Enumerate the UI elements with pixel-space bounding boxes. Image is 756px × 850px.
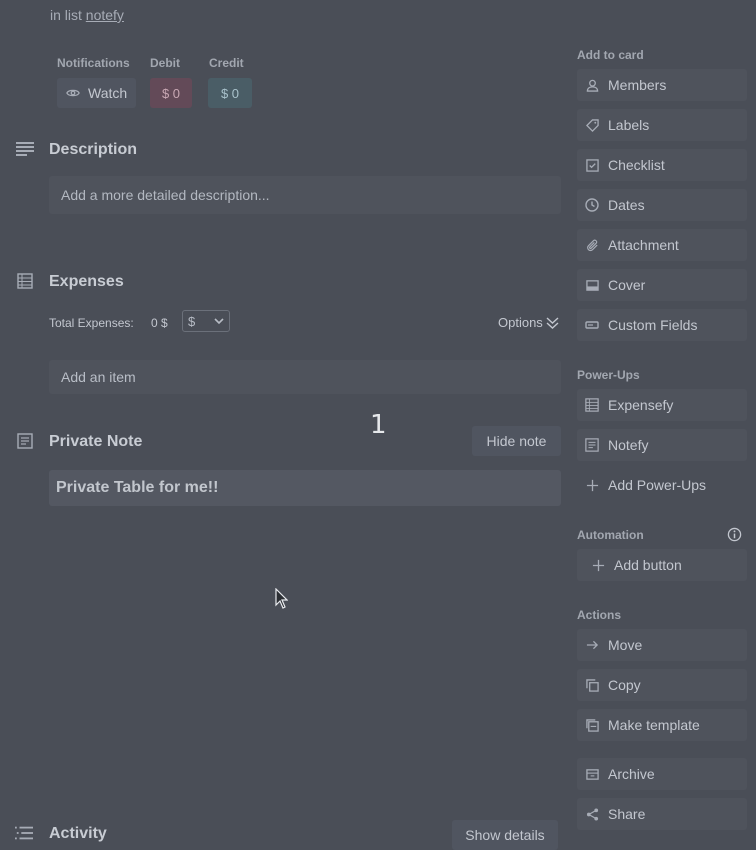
add-power-ups-button[interactable]: Add Power-Ups — [577, 469, 747, 501]
cover-button[interactable]: Cover — [577, 269, 747, 301]
private-note-icon — [16, 432, 34, 450]
expensefy-icon — [585, 398, 599, 412]
note-counter: 1 — [370, 410, 387, 440]
add-to-card-heading: Add to card — [577, 48, 644, 62]
in-list-prefix: in list — [50, 7, 82, 23]
double-chevron-down-icon — [546, 316, 559, 329]
copy-button[interactable]: Copy — [577, 669, 747, 701]
clock-icon — [585, 198, 599, 212]
hide-note-button[interactable]: Hide note — [472, 426, 561, 456]
dates-label: Dates — [608, 197, 645, 213]
card-list-info: in list notefy — [50, 7, 124, 23]
eye-icon — [66, 86, 80, 100]
checklist-button[interactable]: Checklist — [577, 149, 747, 181]
plus-icon — [591, 558, 605, 572]
archive-button[interactable]: Archive — [577, 758, 747, 790]
total-expenses-label: Total Expenses: — [49, 316, 134, 330]
paperclip-icon — [585, 238, 599, 252]
show-details-button[interactable]: Show details — [452, 820, 558, 850]
copy-icon — [585, 678, 599, 692]
options-button[interactable]: Options — [498, 315, 559, 330]
watch-button[interactable]: Watch — [57, 78, 136, 108]
tag-icon — [585, 118, 599, 132]
custom-fields-button[interactable]: Custom Fields — [577, 309, 747, 341]
labels-button[interactable]: Labels — [577, 109, 747, 141]
make-template-label: Make template — [608, 717, 700, 733]
share-label: Share — [608, 806, 646, 822]
debit-badge[interactable]: $ 0 — [150, 78, 192, 108]
watch-label: Watch — [88, 85, 128, 101]
notefy-label: Notefy — [608, 437, 649, 453]
checklist-label: Checklist — [608, 157, 665, 173]
currency-value: $ — [188, 313, 196, 329]
move-button[interactable]: Move — [577, 629, 747, 661]
options-label: Options — [498, 315, 543, 330]
expensefy-button[interactable]: Expensefy — [577, 389, 747, 421]
activity-title: Activity — [49, 825, 107, 842]
description-title: Description — [49, 141, 138, 158]
currency-select[interactable]: $ — [182, 310, 230, 332]
checkbox-icon — [585, 158, 599, 172]
custom-fields-label: Custom Fields — [608, 317, 698, 333]
dates-button[interactable]: Dates — [577, 189, 747, 221]
actions-heading: Actions — [577, 608, 622, 622]
attachment-button[interactable]: Attachment — [577, 229, 747, 261]
private-note-content[interactable]: Private Table for me!! — [49, 470, 561, 506]
custom-fields-icon — [585, 318, 599, 332]
add-item-button[interactable]: Add an item — [49, 360, 561, 394]
debit-label: Debit — [150, 56, 180, 70]
private-note-title: Private Note — [49, 433, 143, 450]
total-expenses-value: 0 $ — [151, 316, 168, 330]
members-label: Members — [608, 77, 667, 93]
labels-label: Labels — [608, 117, 650, 133]
mouse-cursor-icon — [275, 588, 288, 609]
cover-icon — [585, 278, 599, 292]
plus-icon — [585, 478, 599, 492]
expenses-title: Expenses — [49, 273, 124, 290]
person-icon — [585, 78, 599, 92]
attachment-label: Attachment — [608, 237, 679, 253]
copy-label: Copy — [608, 677, 641, 693]
make-template-button[interactable]: Make template — [577, 709, 747, 741]
expenses-icon — [16, 272, 34, 290]
add-button-label: Add button — [614, 557, 682, 573]
share-icon — [585, 807, 599, 821]
description-input[interactable]: Add a more detailed description... — [49, 176, 561, 214]
credit-label: Credit — [209, 56, 244, 70]
notifications-label: Notifications — [57, 56, 130, 70]
template-icon — [585, 718, 599, 732]
add-button-button[interactable]: Add button — [577, 549, 747, 581]
add-power-ups-label: Add Power-Ups — [608, 477, 707, 493]
power-ups-heading: Power-Ups — [577, 368, 640, 382]
archive-label: Archive — [608, 766, 655, 782]
notefy-button[interactable]: Notefy — [577, 429, 747, 461]
expensefy-label: Expensefy — [608, 397, 674, 413]
move-label: Move — [608, 637, 643, 653]
notefy-icon — [585, 438, 599, 452]
info-icon[interactable] — [727, 527, 742, 542]
activity-icon — [15, 824, 33, 842]
share-button[interactable]: Share — [577, 798, 747, 830]
list-link[interactable]: notefy — [86, 7, 124, 23]
arrow-right-icon — [585, 638, 599, 652]
members-button[interactable]: Members — [577, 69, 747, 101]
cover-label: Cover — [608, 277, 646, 293]
automation-heading: Automation — [577, 528, 644, 542]
credit-badge[interactable]: $ 0 — [208, 78, 252, 108]
chevron-down-icon — [214, 317, 224, 325]
description-icon — [16, 140, 34, 158]
archive-icon — [585, 767, 599, 781]
